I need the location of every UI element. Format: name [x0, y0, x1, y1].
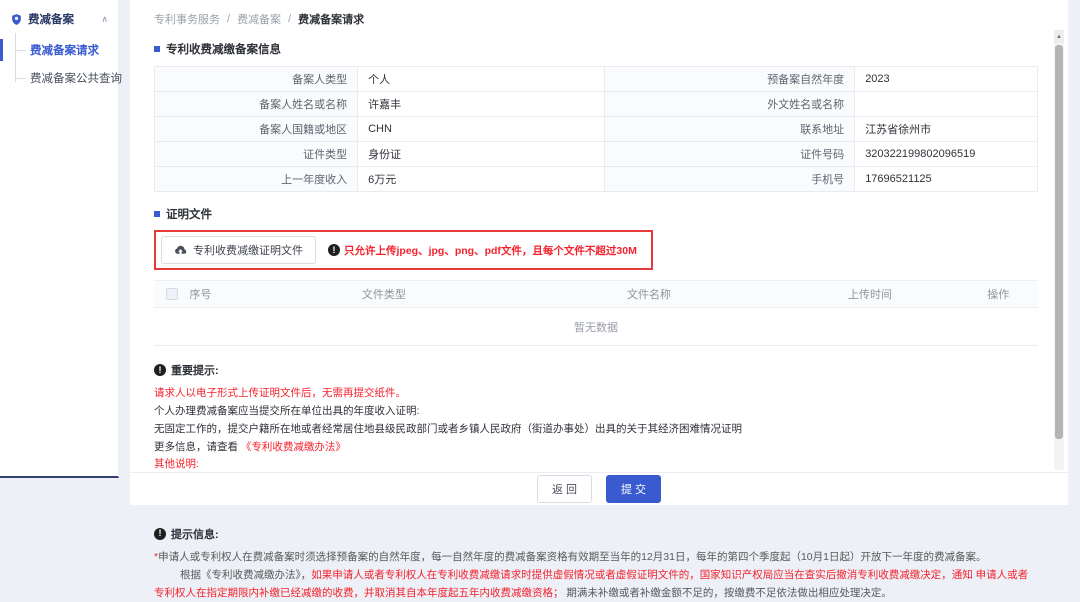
sidebar-item-label: 费减备案公共查询 — [30, 70, 122, 86]
filing-info-table: 备案人类型 个人 预备案自然年度 2023 备案人姓名或名称 许嘉丰 外文姓名或… — [154, 66, 1038, 192]
chevron-up-icon[interactable]: ∧ — [101, 14, 108, 25]
files-section-header: 证明文件 — [154, 206, 1038, 222]
field-label: 外文姓名或名称 — [605, 92, 855, 117]
badge-icon — [10, 13, 23, 26]
column-header-upload-time: 上传时间 — [782, 281, 959, 308]
breadcrumb-item-feereduction[interactable]: 费减备案 — [237, 11, 281, 27]
files-table-header-row: 序号 文件类型 文件名称 上传时间 操作 — [154, 281, 1038, 308]
sidebar-group-feereduction[interactable]: 费减备案 ∧ — [0, 0, 118, 36]
files-table: 序号 文件类型 文件名称 上传时间 操作 暂无数据 — [154, 280, 1038, 346]
main-panel: 专利事务服务 / 费减备案 / 费减备案请求 专利收费减缴备案信息 备案人类型 … — [130, 0, 1068, 505]
scrollbar-thumb[interactable] — [1055, 45, 1063, 439]
field-value: 许嘉丰 — [358, 92, 605, 117]
empty-state-text: 暂无数据 — [154, 308, 1038, 346]
fee-reduction-measures-link[interactable]: 《专利收费减缴办法》 — [241, 441, 346, 453]
important-notice-title: 重要提示: — [171, 362, 219, 378]
field-label: 备案人类型 — [155, 67, 358, 92]
breadcrumb-separator: / — [227, 13, 230, 25]
upload-hint: ! 只允许上传jpeg、jpg、png、pdf文件，且每个文件不超过30M — [328, 243, 637, 258]
back-button[interactable]: 返回 — [537, 475, 592, 503]
scroll-up-arrow-icon[interactable]: ▲ — [1054, 30, 1064, 43]
upload-hint-text: 只允许上传jpeg、jpg、png、pdf文件，且每个文件不超过30M — [344, 243, 637, 258]
field-value: CHN — [358, 117, 605, 142]
footer-action-bar: 返回 提交 — [130, 472, 1068, 505]
notice-line: 请求人以电子形式上传证明文件后，无需再提交纸件。 — [154, 385, 1038, 403]
info-section-title: 专利收费减缴备案信息 — [166, 41, 281, 57]
breadcrumb-item-current: 费减备案请求 — [298, 11, 364, 27]
upload-file-button[interactable]: 专利收费减缴证明文件 — [161, 236, 316, 264]
sidebar-item-label: 费减备案请求 — [30, 42, 99, 58]
field-label: 备案人国籍或地区 — [155, 117, 358, 142]
field-value — [855, 92, 1038, 117]
field-label: 联系地址 — [605, 117, 855, 142]
field-label: 手机号 — [605, 167, 855, 192]
active-indicator-bar — [0, 39, 3, 61]
files-table-empty-row: 暂无数据 — [154, 308, 1038, 346]
select-all-cell — [154, 281, 189, 308]
field-label: 预备案自然年度 — [605, 67, 855, 92]
column-header-actions: 操作 — [958, 281, 1038, 308]
table-row: 上一年度收入 6万元 手机号 17696521125 — [155, 167, 1038, 192]
field-label: 备案人姓名或名称 — [155, 92, 358, 117]
notice-line-prefix: 根据《专利收费减缴办法》， — [180, 569, 311, 581]
field-label: 证件类型 — [155, 142, 358, 167]
select-all-checkbox[interactable] — [166, 288, 178, 300]
column-header-file-name: 文件名称 — [516, 281, 781, 308]
breadcrumb-separator: / — [288, 13, 291, 25]
info-circle-icon: ! — [154, 364, 166, 376]
notice-line: 根据《专利收费减缴办法》，如果申请人或者专利权人在专利收费减缴请求时提供虚假情况… — [154, 567, 1038, 602]
table-row: 备案人类型 个人 预备案自然年度 2023 — [155, 67, 1038, 92]
upload-highlight-box: 专利收费减缴证明文件 ! 只允许上传jpeg、jpg、png、pdf文件，且每个… — [154, 230, 653, 270]
cloud-upload-icon — [174, 244, 187, 257]
table-row: 备案人国籍或地区 CHN 联系地址 江苏省徐州市 — [155, 117, 1038, 142]
notice-line: 更多信息，请查看 《专利收费减缴办法》 — [154, 439, 1038, 457]
breadcrumb: 专利事务服务 / 费减备案 / 费减备案请求 — [130, 0, 1068, 27]
notice-line: 无固定工作的，提交户籍所在地或者经常居住地县级民政部门或者乡镇人民政府（街道办事… — [154, 421, 1038, 439]
sidebar-group-label: 费减备案 — [28, 11, 96, 27]
table-row: 备案人姓名或名称 许嘉丰 外文姓名或名称 — [155, 92, 1038, 117]
files-section-title: 证明文件 — [166, 206, 212, 222]
column-header-index: 序号 — [189, 281, 251, 308]
tree-connector-stub — [15, 78, 26, 79]
info-circle-icon: ! — [328, 244, 340, 256]
breadcrumb-item-patent-services[interactable]: 专利事务服务 — [154, 11, 220, 27]
upload-button-label: 专利收费减缴证明文件 — [193, 242, 303, 258]
section-bullet-icon — [154, 211, 160, 217]
notice-line-text: 申请人或专利权人在费减备案时须选择预备案的自然年度，每一自然年度的费减备案资格有… — [158, 551, 986, 563]
info-circle-icon: ! — [154, 528, 166, 540]
sidebar: 费减备案 ∧ 费减备案请求 费减备案公共查询 — [0, 0, 119, 478]
vertical-scrollbar[interactable]: ▲ — [1054, 30, 1064, 470]
field-label: 证件号码 — [605, 142, 855, 167]
field-value: 2023 — [855, 67, 1038, 92]
main-content: 专利收费减缴备案信息 备案人类型 个人 预备案自然年度 2023 备案人姓名或名… — [130, 41, 1068, 602]
field-value: 个人 — [358, 67, 605, 92]
field-value: 320322199802096519 — [855, 142, 1038, 167]
info-section-header: 专利收费减缴备案信息 — [154, 41, 1038, 57]
section-bullet-icon — [154, 46, 160, 52]
tips-notice-title: 提示信息: — [171, 526, 219, 542]
submit-button[interactable]: 提交 — [606, 475, 661, 503]
field-label: 上一年度收入 — [155, 167, 358, 192]
sidebar-item-feereduction-public-query[interactable]: 费减备案公共查询 — [15, 64, 118, 92]
tree-connector-stub — [15, 50, 26, 51]
sidebar-tree: 费减备案请求 费减备案公共查询 — [15, 36, 118, 92]
important-notice-header: ! 重要提示: — [154, 362, 1038, 378]
field-value: 6万元 — [358, 167, 605, 192]
notice-line: 个人办理费减备案应当提交所在单位出具的年度收入证明: — [154, 403, 1038, 421]
tips-notice-body: *申请人或专利权人在费减备案时须选择预备案的自然年度，每一自然年度的费减备案资格… — [154, 549, 1038, 602]
tips-notice-header: ! 提示信息: — [154, 526, 1038, 542]
field-value: 17696521125 — [855, 167, 1038, 192]
notice-line: *申请人或专利权人在费减备案时须选择预备案的自然年度，每一自然年度的费减备案资格… — [154, 549, 1038, 567]
sidebar-item-feereduction-request[interactable]: 费减备案请求 — [15, 36, 118, 64]
field-value: 身份证 — [358, 142, 605, 167]
field-value: 江苏省徐州市 — [855, 117, 1038, 142]
notice-line-suffix: 期满未补缴或者补缴金额不足的，按缴费不足依法做出相应处理决定。 — [566, 587, 892, 599]
column-header-file-type: 文件类型 — [251, 281, 516, 308]
table-row: 证件类型 身份证 证件号码 320322199802096519 — [155, 142, 1038, 167]
notice-line-prefix: 更多信息，请查看 — [154, 441, 241, 453]
